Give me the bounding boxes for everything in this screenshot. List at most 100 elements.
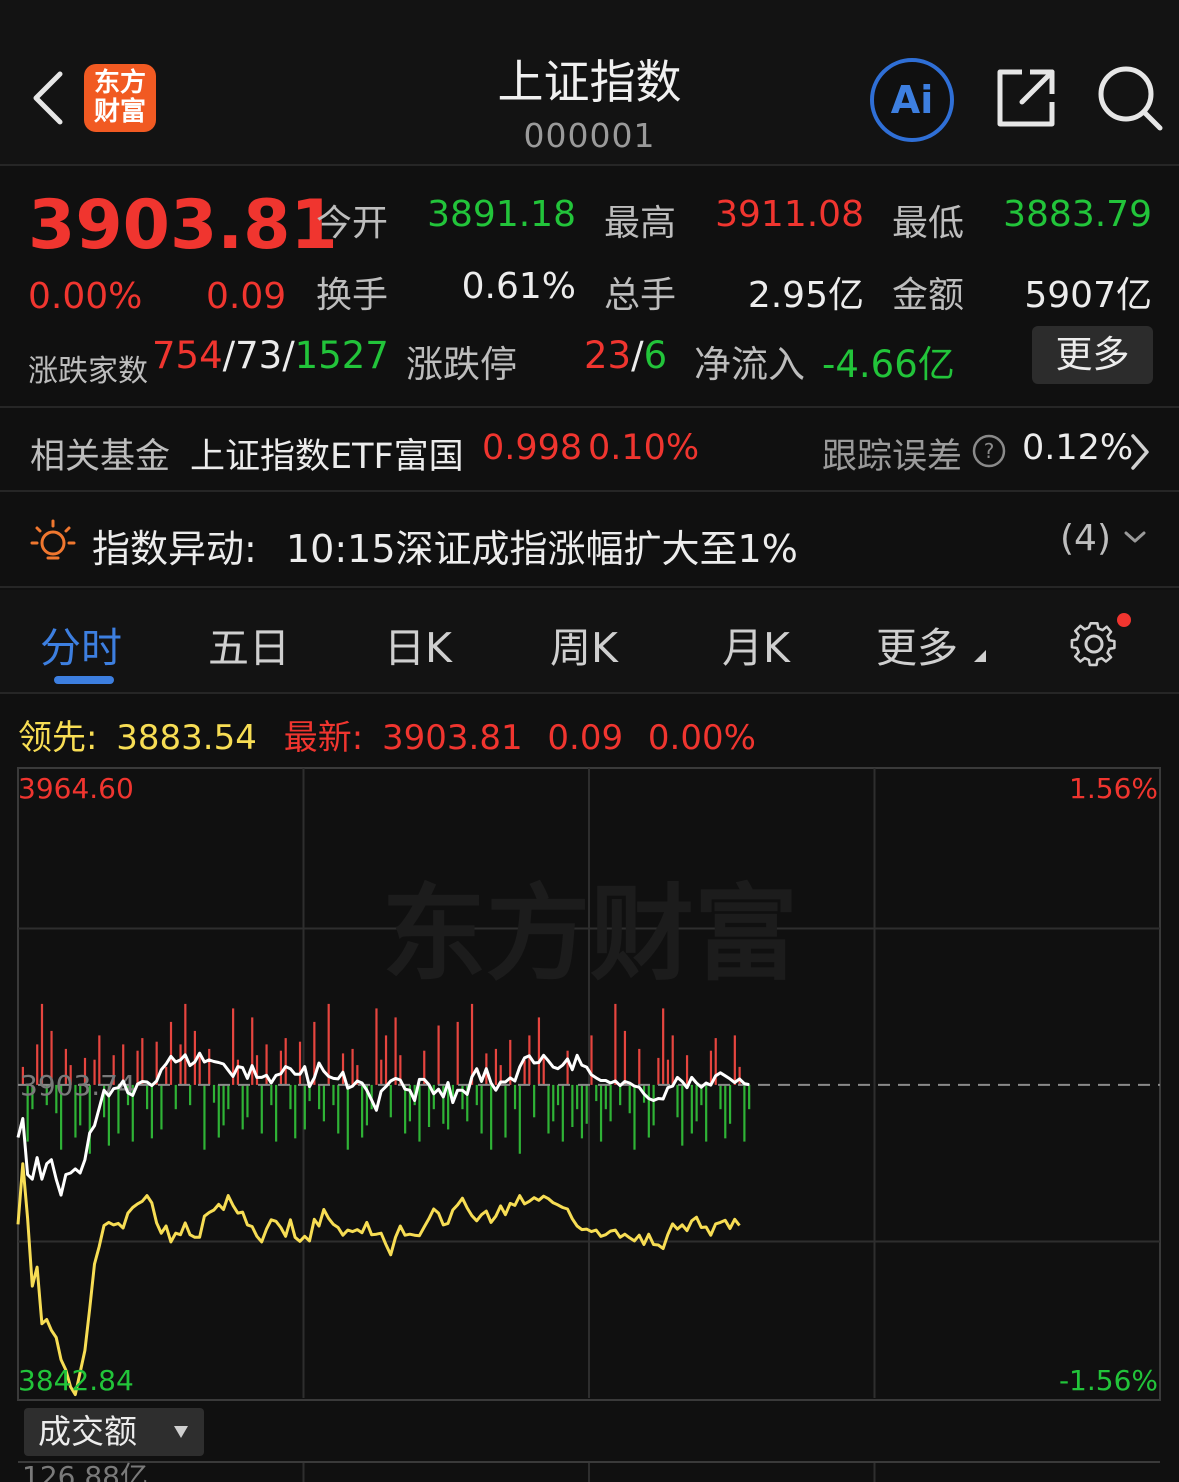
limit-up: 23 <box>584 334 632 377</box>
lead-label: 领先: <box>18 718 98 758</box>
buy-bar <box>528 1035 531 1085</box>
sell-bar <box>681 1084 684 1146</box>
stat-label-low: 最低 <box>892 203 965 244</box>
sell-bar <box>743 1084 746 1142</box>
tab-five-day[interactable]: 五日 <box>208 614 290 674</box>
change-value: 0.09 <box>206 276 287 317</box>
sell-bar <box>275 1084 278 1142</box>
sell-bar <box>728 1084 732 1124</box>
ai-assistant-icon[interactable]: Ai <box>868 56 956 144</box>
sell-bar <box>217 1084 220 1138</box>
chart-info-line: 领先: 3883.54 最新: 3903.81 0.09 0.00% <box>18 710 756 759</box>
sell-bar <box>633 1084 636 1150</box>
tab-monthly-k[interactable]: 月K <box>722 614 790 674</box>
sell-bar <box>461 1084 464 1110</box>
sell-bar <box>748 1084 751 1110</box>
sell-bar <box>294 1084 297 1139</box>
sell-bar <box>160 1084 163 1130</box>
search-icon[interactable] <box>1096 64 1164 132</box>
sell-bar <box>571 1084 574 1128</box>
sell-bar <box>604 1084 607 1110</box>
buy-bar <box>165 1066 168 1085</box>
stat-label-turnover: 换手 <box>316 275 389 316</box>
buy-bar <box>198 1053 201 1085</box>
buy-bar <box>208 1048 211 1085</box>
stat-label-high: 最高 <box>604 203 677 244</box>
sell-bar <box>576 1084 579 1110</box>
sell-bar <box>246 1084 249 1118</box>
stat-value-volume: 2.95亿 <box>747 275 864 316</box>
buy-bar <box>394 1017 397 1085</box>
sell-bar <box>427 1084 431 1128</box>
chevron-down-icon[interactable] <box>1122 524 1148 550</box>
sell-bar <box>361 1084 364 1138</box>
settings-gear-icon[interactable] <box>1066 612 1132 672</box>
share-icon[interactable] <box>994 66 1058 130</box>
volume-indicator-label: 成交额 <box>38 1412 137 1451</box>
separator: / <box>222 334 236 377</box>
sell-bar <box>174 1084 177 1110</box>
buy-bar <box>384 1035 388 1085</box>
sell-bar <box>389 1084 392 1118</box>
notification-dot <box>1117 613 1131 627</box>
stat-value-low: 3883.79 <box>1003 194 1152 235</box>
dropdown-triangle-icon <box>974 650 986 662</box>
buy-bar <box>169 1021 173 1085</box>
latest-change: 0.09 <box>547 718 624 758</box>
change-percent: 0.00% <box>28 276 143 317</box>
buy-bar <box>298 1041 302 1085</box>
sell-bar <box>270 1084 273 1106</box>
related-fund-row[interactable]: 相关基金 上证指数ETF富国 0.998 0.10% 跟踪误差 ? 0.12% <box>0 410 1179 492</box>
sell-bar <box>260 1084 263 1134</box>
tab-more[interactable]: 更多 <box>876 614 958 674</box>
latest-label: 最新: <box>283 718 364 758</box>
sell-bar <box>518 1084 521 1154</box>
buy-bar <box>662 1008 665 1085</box>
buy-bar <box>738 1066 741 1085</box>
volume-indicator-select[interactable]: 成交额 <box>24 1408 204 1456</box>
leading-index-line <box>16 1162 741 1397</box>
tab-daily-k[interactable]: 日K <box>384 614 452 674</box>
sell-bar <box>418 1084 421 1142</box>
buy-bar <box>614 1003 617 1085</box>
index-alert-row[interactable]: 指数异动: 10:15深证成指涨幅扩大至1% (4) <box>0 494 1179 588</box>
tab-intraday[interactable]: 分时 <box>40 614 122 674</box>
related-fund-name[interactable]: 上证指数ETF富国 <box>190 428 464 479</box>
more-stats-button[interactable]: 更多 <box>1032 326 1153 384</box>
separator: / <box>282 334 295 377</box>
buy-bar <box>327 1003 330 1085</box>
sell-bar <box>332 1084 335 1106</box>
sell-bar <box>724 1084 727 1139</box>
sell-bar <box>533 1084 536 1118</box>
svg-text:Ai: Ai <box>891 78 933 122</box>
net-inflow-label: 净流入 <box>694 343 805 386</box>
tab-weekly-k[interactable]: 周K <box>550 614 618 674</box>
sell-bar <box>346 1084 349 1150</box>
sell-bar <box>322 1084 326 1122</box>
buy-bar <box>590 1035 593 1085</box>
buy-bar <box>255 1055 259 1085</box>
stat-value-high: 3911.08 <box>715 194 864 235</box>
sell-bar <box>561 1084 564 1142</box>
intraday-chart[interactable]: 东方财富 3903.74 3964.60 3842.84 1.56% -1.56… <box>0 760 1179 1482</box>
sell-bar <box>552 1084 555 1122</box>
limit-values: 23/6 <box>584 334 667 377</box>
chevron-right-icon[interactable] <box>1128 432 1152 472</box>
buy-bar <box>184 1003 187 1085</box>
sell-bar <box>719 1084 722 1110</box>
buy-bar <box>179 1044 182 1085</box>
sell-bar <box>203 1084 206 1150</box>
help-icon[interactable]: ? <box>972 434 1006 468</box>
stat-label-open: 今开 <box>316 203 389 244</box>
sell-bar <box>480 1084 483 1134</box>
stat-value-open: 3891.18 <box>427 194 576 235</box>
sell-bar <box>337 1084 340 1134</box>
breadth-values: 754/73/1527 <box>152 334 389 377</box>
breadth-label: 涨跌家数 <box>28 354 148 389</box>
sell-bar <box>289 1084 292 1110</box>
buy-bar <box>709 1050 713 1085</box>
sell-bar <box>504 1084 507 1138</box>
breadth-flat: 73 <box>235 334 283 377</box>
sell-bar <box>556 1084 560 1106</box>
lightbulb-icon <box>30 519 76 560</box>
